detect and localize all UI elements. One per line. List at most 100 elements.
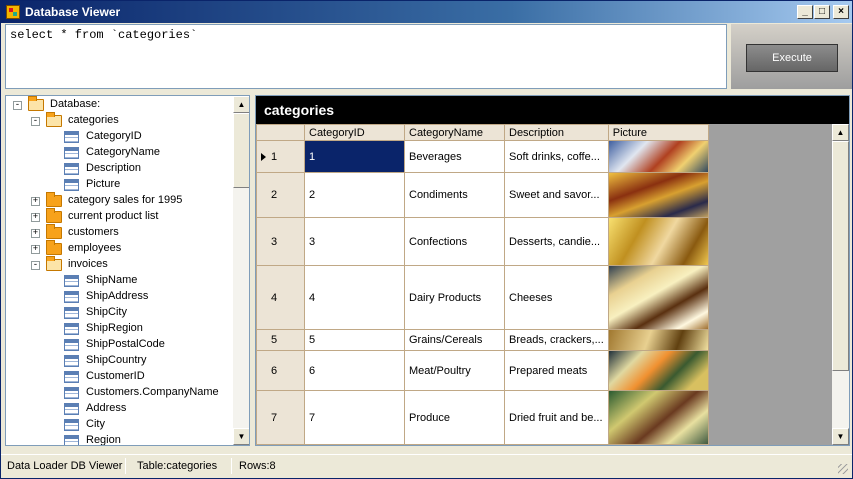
cell-category-id[interactable]: 5	[304, 329, 405, 351]
table-row[interactable]: 6 6 Meat/Poultry Prepared meats	[256, 350, 709, 391]
cell-picture[interactable]	[607, 350, 709, 391]
cell-description[interactable]: Sweet and savor...	[504, 172, 609, 218]
row-header[interactable]: 2	[256, 172, 305, 218]
collapse-icon[interactable]: -	[13, 101, 22, 110]
row-header[interactable]: 4	[256, 265, 305, 330]
folder-icon	[46, 112, 62, 127]
cell-category-name[interactable]: Meat/Poultry	[404, 350, 505, 391]
column-header[interactable]: Picture	[607, 124, 709, 141]
row-header[interactable]: 7	[256, 390, 305, 445]
column-header[interactable]: CategoryName	[404, 124, 505, 141]
cell-picture[interactable]	[607, 217, 709, 266]
table-row[interactable]: 1 1 Beverages Soft drinks, coffe...	[256, 140, 709, 173]
tree-scrollbar[interactable]: ▲ ▼	[233, 96, 249, 445]
tree-field-item[interactable]: CategoryID	[6, 129, 231, 145]
cell-category-name[interactable]: Dairy Products	[404, 265, 505, 330]
cell-description[interactable]: Cheeses	[504, 265, 609, 330]
scroll-thumb[interactable]	[233, 113, 249, 188]
scroll-up-icon[interactable]: ▲	[832, 124, 849, 141]
cell-category-id[interactable]: 1	[304, 140, 405, 173]
tree-field-item[interactable]: Customers.CompanyName	[6, 385, 231, 401]
tree-field-item[interactable]: ShipRegion	[6, 321, 231, 337]
tree-table-invoices[interactable]: - invoices	[6, 256, 231, 273]
tree-field-item[interactable]: ShipCity	[6, 305, 231, 321]
tree-field-item[interactable]: CustomerID	[6, 369, 231, 385]
cell-category-name[interactable]: Produce	[404, 390, 505, 445]
cell-category-name[interactable]: Condiments	[404, 172, 505, 218]
table-row[interactable]: 3 3 Confections Desserts, candie...	[256, 217, 709, 266]
cell-description[interactable]: Breads, crackers,...	[504, 329, 609, 351]
maximize-button[interactable]: □	[814, 5, 830, 19]
tree-table-current-product-list[interactable]: + current product list	[6, 208, 231, 225]
tree-field-item[interactable]: Region	[6, 433, 231, 445]
minimize-button[interactable]: _	[797, 5, 813, 19]
expand-icon[interactable]: +	[31, 197, 40, 206]
cell-category-id[interactable]: 7	[304, 390, 405, 445]
scroll-thumb[interactable]	[832, 141, 849, 371]
cell-picture[interactable]	[607, 265, 709, 330]
cell-description[interactable]: Dried fruit and be...	[504, 390, 609, 445]
expand-icon[interactable]: +	[31, 213, 40, 222]
tree-field-item[interactable]: Address	[6, 401, 231, 417]
close-button[interactable]: ×	[833, 5, 849, 19]
tree-field-item[interactable]: Description	[6, 161, 231, 177]
tree-field-item[interactable]: Picture	[6, 177, 231, 193]
cell-category-name[interactable]: Confections	[404, 217, 505, 266]
row-number: 2	[271, 189, 278, 201]
column-header[interactable]: Description	[504, 124, 609, 141]
table-row[interactable]: 7 7 Produce Dried fruit and be...	[256, 390, 709, 445]
resize-grip-icon[interactable]	[838, 464, 848, 474]
tree-field-item[interactable]: ShipPostalCode	[6, 337, 231, 353]
row-header[interactable]: 1	[256, 140, 305, 173]
scroll-down-icon[interactable]: ▼	[233, 428, 249, 445]
cell-category-name[interactable]: Grains/Cereals	[404, 329, 505, 351]
row-header[interactable]: 6	[256, 350, 305, 391]
cell-category-id[interactable]: 6	[304, 350, 405, 391]
tree-field-item[interactable]: ShipCountry	[6, 353, 231, 369]
collapse-icon[interactable]: -	[31, 261, 40, 270]
results-table[interactable]: CategoryID CategoryName Description Picture…	[256, 124, 709, 445]
table-row[interactable]: 2 2 Condiments Sweet and savor...	[256, 172, 709, 218]
table-row[interactable]: 4 4 Dairy Products Cheeses	[256, 265, 709, 330]
row-header[interactable]: 3	[256, 217, 305, 266]
field-icon	[64, 323, 79, 335]
cell-description[interactable]: Prepared meats	[504, 350, 609, 391]
expand-icon[interactable]: +	[31, 229, 40, 238]
results-grid[interactable]: categories CategoryID CategoryName Descrip…	[255, 95, 850, 446]
grid-corner[interactable]	[256, 124, 305, 141]
cell-category-id[interactable]: 4	[304, 265, 405, 330]
tree-table-categories[interactable]: - categories	[6, 112, 231, 129]
tree-field-item[interactable]: CategoryName	[6, 145, 231, 161]
query-input[interactable]: select * from `categories`	[5, 24, 727, 89]
tree-root-label: Database:	[50, 98, 101, 110]
tree-table-employees[interactable]: + employees	[6, 240, 231, 257]
cell-description[interactable]: Soft drinks, coffe...	[504, 140, 609, 173]
cell-picture[interactable]	[607, 140, 709, 173]
tree-field-item[interactable]: ShipAddress	[6, 289, 231, 305]
tree-root[interactable]: - Database:	[6, 96, 231, 113]
cell-category-id[interactable]: 3	[304, 217, 405, 266]
title-bar[interactable]: Database Viewer _ □ ×	[1, 1, 852, 23]
cell-category-name[interactable]: Beverages	[404, 140, 505, 173]
tree-table-label: category sales for 1995	[68, 194, 183, 206]
collapse-icon[interactable]: -	[31, 117, 40, 126]
scroll-down-icon[interactable]: ▼	[832, 428, 849, 445]
cell-description[interactable]: Desserts, candie...	[504, 217, 609, 266]
tree-field-item[interactable]: City	[6, 417, 231, 433]
tree-field-label: CategoryID	[86, 130, 142, 142]
database-tree[interactable]: Region City Address Customers.CompanyName Cu…	[5, 95, 250, 446]
row-header[interactable]: 5	[256, 329, 305, 351]
grid-scrollbar[interactable]: ▲ ▼	[832, 124, 849, 445]
expand-icon[interactable]: +	[31, 245, 40, 254]
cell-category-id[interactable]: 2	[304, 172, 405, 218]
table-row[interactable]: 5 5 Grains/Cereals Breads, crackers,...	[256, 329, 709, 351]
execute-button[interactable]: Execute	[746, 44, 838, 72]
tree-table-category-sales-for-1995[interactable]: + category sales for 1995	[6, 192, 231, 209]
column-header[interactable]: CategoryID	[304, 124, 405, 141]
scroll-up-icon[interactable]: ▲	[233, 96, 249, 113]
tree-field-item[interactable]: ShipName	[6, 273, 231, 289]
cell-picture[interactable]	[607, 329, 709, 351]
cell-picture[interactable]	[607, 172, 709, 218]
tree-table-customers[interactable]: + customers	[6, 224, 231, 241]
cell-picture[interactable]	[607, 390, 709, 445]
